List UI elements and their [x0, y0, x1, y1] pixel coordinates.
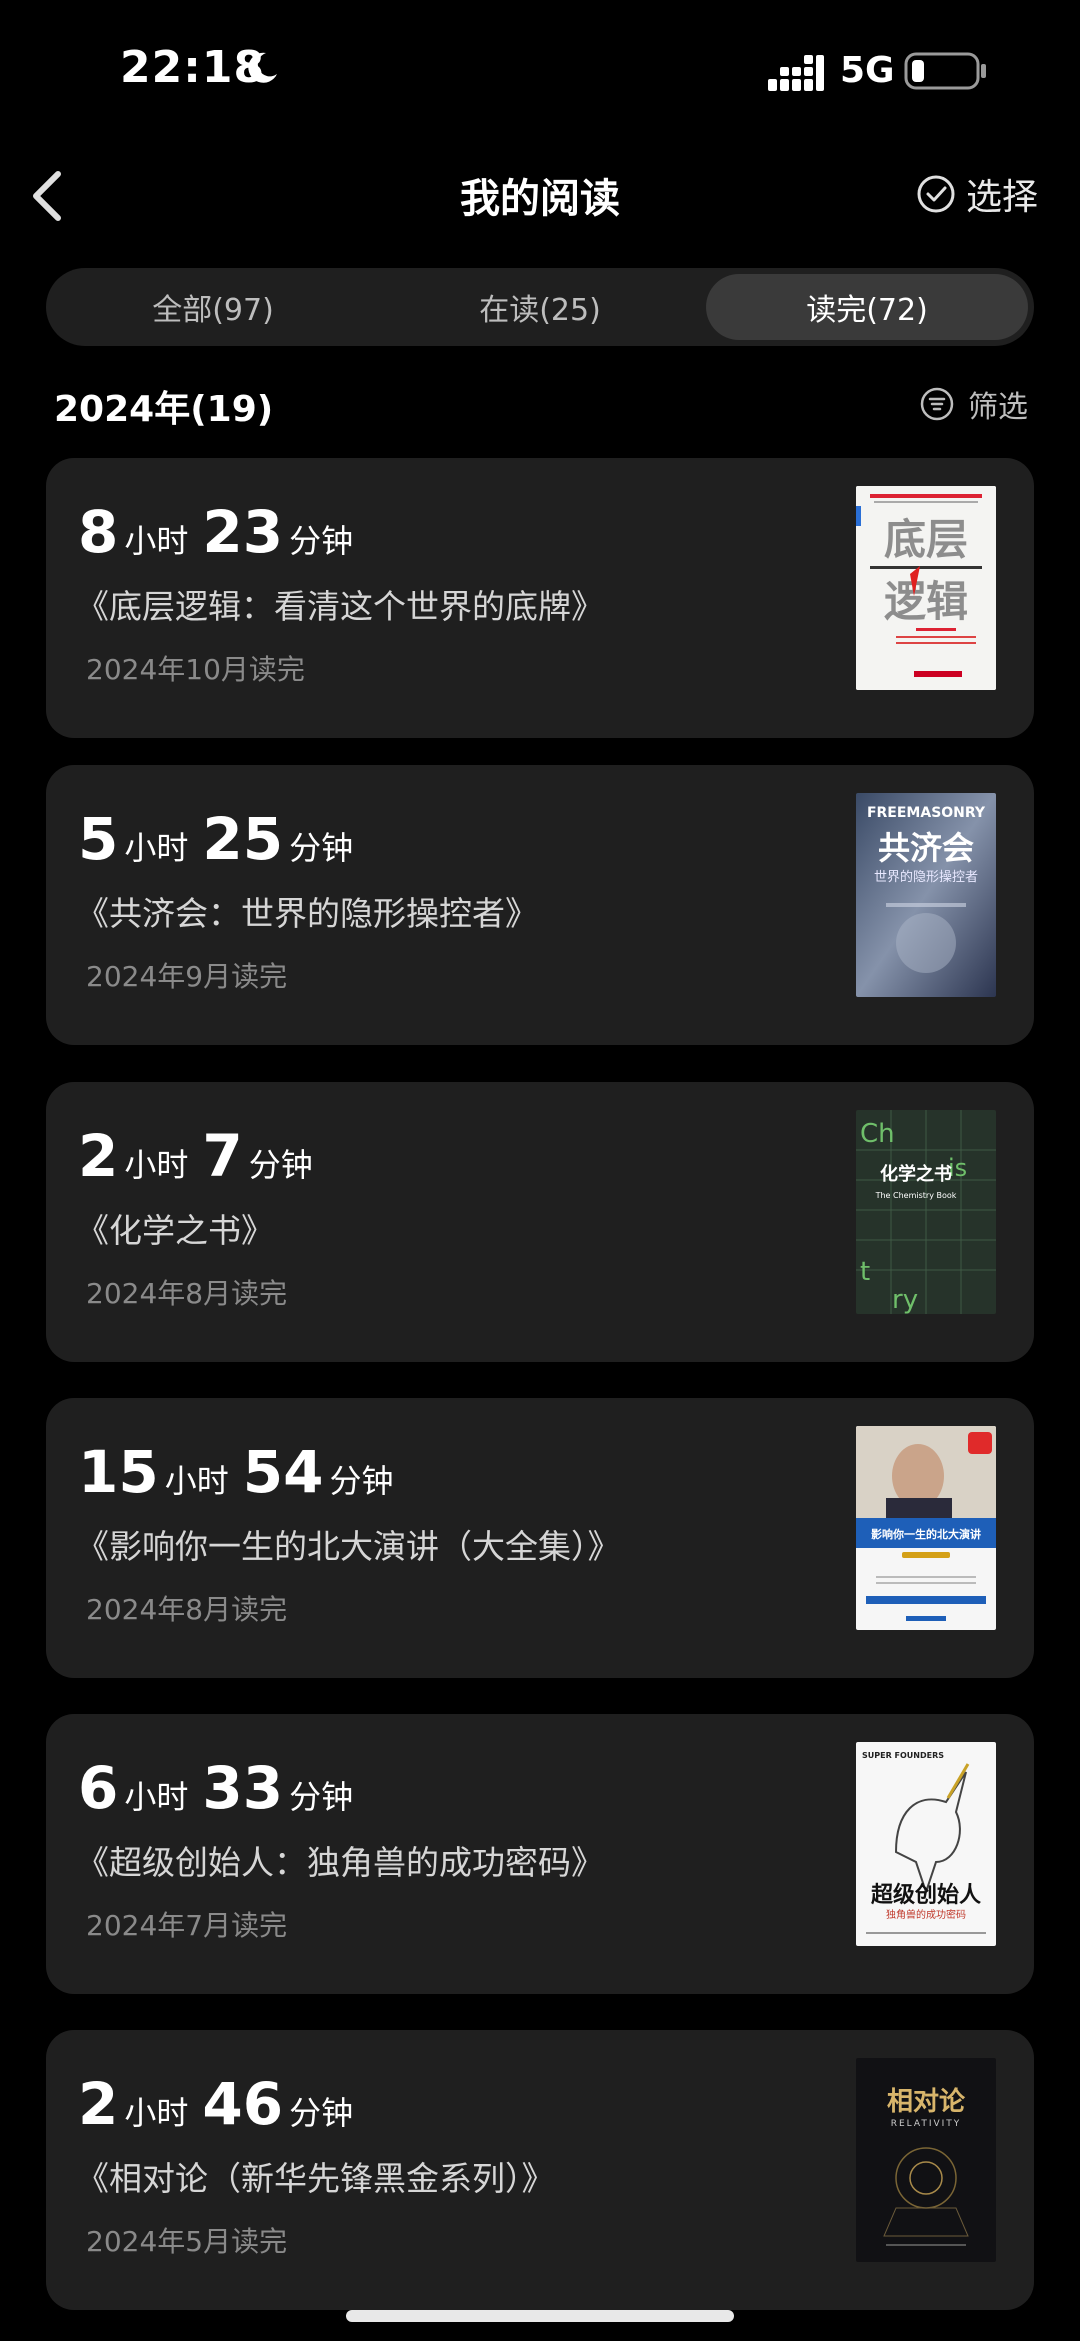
finish-date: 2024年8月读完: [86, 1277, 288, 1310]
duration-minutes: 33: [202, 1754, 284, 1822]
duration-minutes: 54: [242, 1438, 324, 1506]
cover-title-cn: 超级创始人: [871, 1882, 981, 1908]
book-card[interactable]: 15 小时 54 分钟 《影响你一生的北大演讲（大全集）》 2024年8月读完 …: [46, 1398, 1034, 1678]
duration-minutes: 7: [202, 1122, 243, 1190]
battery-icon: [904, 52, 986, 90]
moon-icon: [248, 52, 277, 83]
finish-date: 2024年7月读完: [86, 1909, 288, 1942]
cover-title-cn: 共济会: [878, 829, 974, 867]
book-card[interactable]: 2 小时 46 分钟 《相对论（新华先锋黑金系列）》 2024年5月读完 相对论…: [46, 2030, 1034, 2310]
check-circle-icon: [917, 175, 955, 213]
book-title: 《超级创始人：独角兽的成功密码》: [76, 1843, 604, 1882]
cover-subtitle: 世界的隐形操控者: [874, 869, 978, 885]
duration-hours: 6: [78, 1754, 119, 1822]
hours-unit: 小时: [124, 522, 189, 560]
cover-title-line-2: 逻辑: [884, 577, 968, 626]
reading-duration: 5 小时 25 分钟: [78, 805, 367, 873]
hours-unit: 小时: [124, 1778, 189, 1816]
book-title: 《影响你一生的北大演讲（大全集）》: [76, 1527, 621, 1566]
hours-unit: 小时: [124, 1146, 189, 1184]
svg-text:ry: ry: [892, 1285, 918, 1314]
book-title: 《共济会：世界的隐形操控者》: [76, 894, 538, 933]
cover-title-cn: 相对论: [887, 2087, 966, 2117]
tab-reading[interactable]: 在读(25): [379, 274, 701, 340]
cover-subtitle: 独角兽的成功密码: [886, 1908, 966, 1921]
minutes-unit: 分钟: [289, 2094, 354, 2132]
filter-icon: [920, 387, 954, 421]
duration-hours: 2: [78, 1122, 119, 1190]
minutes-unit: 分钟: [289, 1778, 354, 1816]
cover-title-en: The Chemistry Book: [875, 1191, 957, 1200]
reading-duration: 2 小时 7 分钟: [78, 1122, 327, 1190]
reading-duration: 8 小时 23 分钟: [78, 498, 367, 566]
duration-minutes: 46: [202, 2070, 284, 2138]
reading-status-tabs: 全部(97) 在读(25) 读完(72): [46, 268, 1034, 346]
hours-unit: 小时: [124, 829, 189, 867]
hours-unit: 小时: [124, 2094, 189, 2132]
cover-title-en: FREEMASONRY: [867, 805, 986, 821]
signal-icon: [768, 55, 824, 91]
nav-bar: 我的阅读 选择: [0, 150, 1080, 240]
book-title: 《相对论（新华先锋黑金系列）》: [76, 2159, 555, 2198]
cover-title-en: SUPER FOUNDERS: [862, 1751, 944, 1760]
duration-minutes: 23: [202, 498, 284, 566]
status-bar: 22:18 5G: [0, 0, 1080, 150]
book-cover: FREEMASONRY 共济会 世界的隐形操控者: [856, 793, 996, 997]
finish-date: 2024年8月读完: [86, 1593, 288, 1626]
book-cover: 影响你一生的北大演讲: [856, 1426, 996, 1630]
tab-all[interactable]: 全部(97): [52, 274, 374, 340]
book-card[interactable]: 2 小时 7 分钟 《化学之书》 2024年8月读完 Ch is t ry 化学…: [46, 1082, 1034, 1362]
book-cover: SUPER FOUNDERS 超级创始人 独角兽的成功密码: [856, 1742, 996, 1946]
book-cover: 底层 逻辑: [856, 486, 996, 690]
cover-title-cn: 影响你一生的北大演讲: [871, 1527, 981, 1541]
finish-date: 2024年9月读完: [86, 960, 288, 993]
filter-label: 筛选: [968, 390, 1028, 425]
duration-hours: 8: [78, 498, 119, 566]
duration-hours: 5: [78, 805, 119, 873]
cover-title-cn: 化学之书: [880, 1163, 952, 1185]
tab-finished[interactable]: 读完(72): [706, 274, 1028, 340]
finish-date: 2024年10月读完: [86, 653, 305, 686]
minutes-unit: 分钟: [289, 829, 354, 867]
filter-button[interactable]: 筛选: [920, 382, 1028, 426]
year-section-title: 2024年(19): [54, 389, 274, 430]
duration-hours: 15: [78, 1438, 159, 1506]
book-card[interactable]: 8 小时 23 分钟 《底层逻辑：看清这个世界的底牌》 2024年10月读完 底…: [46, 458, 1034, 738]
svg-text:t: t: [860, 1257, 870, 1287]
book-title: 《化学之书》: [76, 1211, 274, 1250]
book-cover: 相对论 RELATIVITY: [856, 2058, 996, 2262]
cover-title-en: RELATIVITY: [891, 2119, 962, 2129]
book-title: 《底层逻辑：看清这个世界的底牌》: [76, 587, 604, 626]
reading-duration: 6 小时 33 分钟: [78, 1754, 367, 1822]
minutes-unit: 分钟: [289, 522, 354, 560]
reading-duration: 15 小时 54 分钟: [78, 1438, 407, 1506]
select-button[interactable]: 选择: [916, 164, 1038, 224]
minutes-unit: 分钟: [329, 1462, 394, 1500]
reading-duration: 2 小时 46 分钟: [78, 2070, 367, 2138]
book-cover: Ch is t ry 化学之书 The Chemistry Book: [856, 1110, 996, 1314]
cover-title-line-1: 底层: [884, 515, 968, 564]
hours-unit: 小时: [164, 1462, 229, 1500]
finish-date: 2024年5月读完: [86, 2225, 288, 2258]
book-card[interactable]: 6 小时 33 分钟 《超级创始人：独角兽的成功密码》 2024年7月读完 SU…: [46, 1714, 1034, 1994]
select-label: 选择: [965, 177, 1038, 218]
svg-text:Ch: Ch: [860, 1119, 895, 1149]
book-card[interactable]: 5 小时 25 分钟 《共济会：世界的隐形操控者》 2024年9月读完 FREE…: [46, 765, 1034, 1045]
minutes-unit: 分钟: [248, 1146, 313, 1184]
network-label: 5G: [840, 50, 895, 91]
duration-hours: 2: [78, 2070, 119, 2138]
home-indicator[interactable]: [346, 2310, 734, 2322]
duration-minutes: 25: [202, 805, 284, 873]
